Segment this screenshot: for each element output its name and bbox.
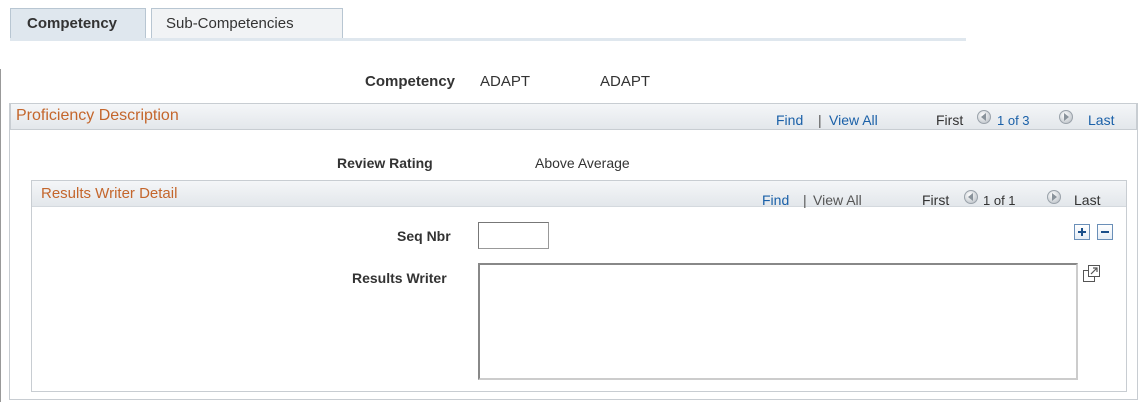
- next-arrow-icon[interactable]: [1047, 190, 1061, 204]
- results-writer-position: 1 of 1: [983, 193, 1016, 208]
- prev-arrow-icon[interactable]: [977, 110, 991, 124]
- results-writer-first-label: First: [922, 192, 950, 208]
- tab-underline: [10, 38, 966, 41]
- proficiency-nav-separator: |: [818, 112, 822, 128]
- proficiency-last-link[interactable]: Last: [1088, 112, 1114, 128]
- delete-row-icon[interactable]: [1097, 224, 1113, 240]
- seq-nbr-input[interactable]: [478, 222, 549, 249]
- proficiency-position: 1 of 3: [997, 113, 1030, 128]
- proficiency-first-label: First: [936, 112, 964, 128]
- proficiency-view-all-link[interactable]: View All: [829, 112, 878, 128]
- review-rating-label: Review Rating: [337, 155, 433, 171]
- review-rating-value: Above Average: [535, 155, 630, 171]
- proficiency-find-link[interactable]: Find: [776, 112, 803, 128]
- results-writer-find-link[interactable]: Find: [762, 192, 789, 208]
- results-writer-last: Last: [1074, 192, 1101, 208]
- competency-value: ADAPT: [480, 73, 531, 90]
- tab-competency[interactable]: Competency: [10, 8, 146, 38]
- competency-label: Competency: [365, 73, 456, 90]
- results-writer-nav-separator: |: [803, 192, 807, 208]
- add-row-icon[interactable]: [1074, 224, 1090, 240]
- prev-arrow-icon[interactable]: [964, 190, 978, 204]
- results-writer-view-all: View All: [813, 192, 862, 208]
- results-writer-detail-header: [32, 181, 1126, 207]
- results-writer-detail-title: Results Writer Detail: [41, 185, 178, 202]
- proficiency-description-header: [10, 103, 1137, 130]
- tab-sub-competencies-label: Sub-Competencies: [166, 15, 294, 32]
- seq-nbr-label: Seq Nbr: [397, 228, 451, 244]
- competency-description: ADAPT: [600, 73, 651, 90]
- tab-sub-competencies[interactable]: Sub-Competencies: [151, 8, 343, 38]
- results-writer-label: Results Writer: [352, 270, 447, 286]
- tab-competency-label: Competency: [27, 15, 118, 32]
- left-edge: [0, 69, 1, 402]
- next-arrow-icon[interactable]: [1059, 110, 1073, 124]
- expand-textarea-icon[interactable]: [1082, 264, 1102, 284]
- proficiency-description-title: Proficiency Description: [16, 107, 179, 124]
- results-writer-textarea[interactable]: [478, 263, 1078, 380]
